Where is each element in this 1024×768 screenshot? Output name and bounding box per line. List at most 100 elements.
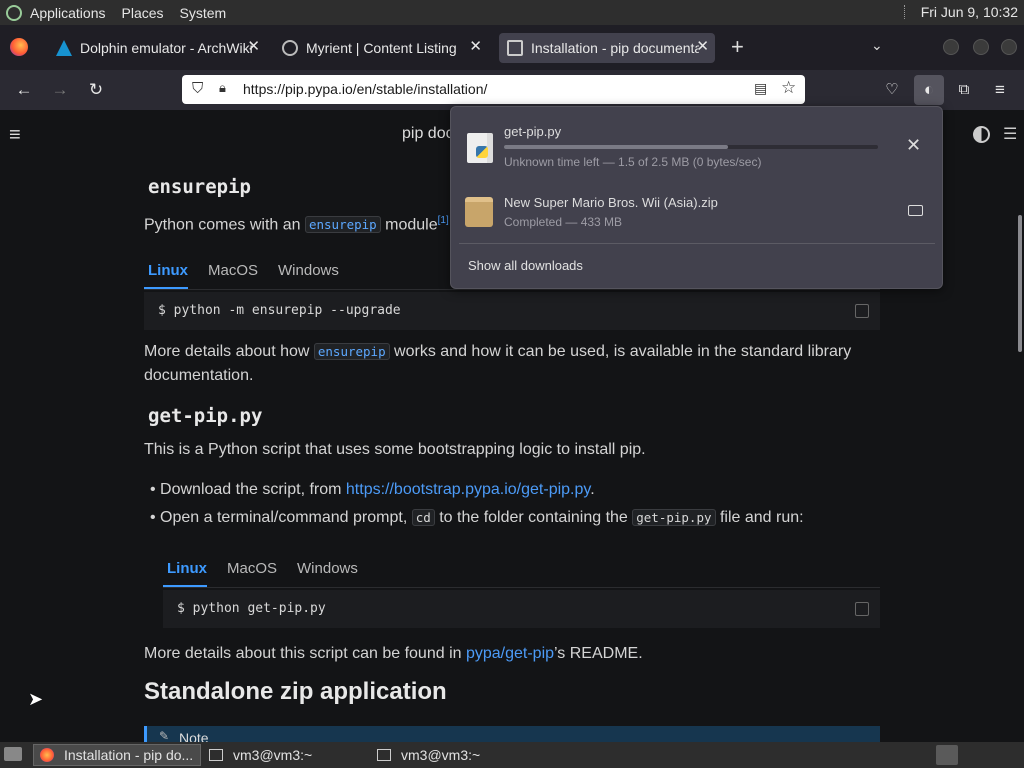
ensurepip-code-link[interactable]: ensurepip [304,216,381,234]
tab-macos[interactable]: MacOS [227,560,277,577]
getpip-readme: More details about this script can be fo… [144,642,643,666]
terminal-icon [377,749,391,761]
maximize-window-icon[interactable] [973,39,989,55]
url-text[interactable]: https://pip.pypa.io/en/stable/installati… [243,81,487,97]
tab-myrient[interactable]: Myrient | Content Listing ✕ [274,33,488,63]
download-item-zip[interactable]: New Super Mario Bros. Wii (Asia).zip Com… [459,187,935,237]
text: More details about how [144,343,314,360]
show-all-downloads-button[interactable]: Show all downloads [468,258,583,273]
ensurepip-code-link[interactable]: ensurepip [313,343,390,360]
zipapp-heading: Standalone zip application [144,678,447,705]
cd-code: cd [411,509,435,526]
tabs-divider [144,289,880,290]
note-admonition: ✎ Note [144,726,880,742]
top-panel: Applications Places System Fri Jun 9, 10… [0,0,1024,25]
myrient-icon [282,40,298,56]
download-item-getpip[interactable]: get-pip.py Unknown time left — 1.5 of 2.… [459,115,935,175]
getpip-heading: get-pip.py [148,405,263,427]
page-scrollbar[interactable] [1018,215,1022,352]
minimize-window-icon[interactable] [943,39,959,55]
text: to the folder containing the [434,509,633,526]
reader-view-icon[interactable]: ▤ [754,80,767,97]
tab-windows[interactable]: Windows [278,262,339,279]
url-bar[interactable]: ⛉ 🔒︎ https://pip.pypa.io/en/stable/insta… [182,75,805,104]
gnome-foot-icon[interactable] [6,4,22,21]
text: Open a terminal/command prompt, [160,509,412,526]
system-menu[interactable]: System [172,5,235,21]
documentation-link[interactable]: documentation. [144,367,253,384]
command-text: $ python get-pip.py [177,601,326,616]
copy-icon[interactable] [855,602,869,616]
tab-windows[interactable]: Windows [297,560,358,577]
download-filename: New Super Mario Bros. Wii (Asia).zip [504,195,718,210]
text: file and run: [715,509,804,526]
downloads-panel: get-pip.py Unknown time left — 1.5 of 2.… [450,106,943,289]
places-menu[interactable]: Places [114,5,172,21]
getpip-repo-link[interactable]: pypa/get-pip [466,645,554,662]
footnote-link[interactable]: [1] [438,215,449,226]
close-window-icon[interactable] [1001,39,1017,55]
pencil-icon: ✎ [159,729,170,742]
clock[interactable]: Fri Jun 9, 10:32 [921,4,1018,20]
close-tab-icon[interactable]: ✕ [696,37,709,55]
taskbar-item-label: vm3@vm3:~ [233,747,313,763]
lock-icon[interactable]: 🔒︎ [219,80,226,96]
firefox-tray-icon[interactable] [936,745,958,765]
copy-icon[interactable] [855,304,869,318]
ensurepip-details: More details about how ensurepip works a… [144,340,884,388]
table-of-contents-icon[interactable]: ☰ [1003,124,1017,144]
close-tab-icon[interactable]: ✕ [469,37,482,55]
text: ’s README. [554,645,643,662]
tracking-protection-shield-icon[interactable]: ⛉ [192,80,203,97]
download-status: Completed — 433 MB [504,215,623,229]
tab-archwiki[interactable]: Dolphin emulator - ArchWiki ✕ [48,33,262,63]
getpip-code: get-pip.py [632,509,716,526]
forward-arrow-icon[interactable]: → [47,77,73,103]
getpip-intro: This is a Python script that uses some b… [144,441,646,458]
download-status: Unknown time left — 1.5 of 2.5 MB (0 byt… [504,155,762,169]
open-folder-icon[interactable] [908,205,923,216]
getpip-code-block: $ python get-pip.py [163,590,880,628]
tab-macos[interactable]: MacOS [208,262,258,279]
reload-icon[interactable]: ↻ [83,77,109,103]
applications-menu[interactable]: Applications [22,5,114,21]
ensurepip-heading: ensurepip [148,176,251,198]
close-tab-icon[interactable]: ✕ [247,37,260,55]
document-icon [507,40,523,56]
tab-linux[interactable]: Linux [167,560,207,577]
tabs-divider [163,587,880,588]
pocket-icon[interactable]: ♡ [879,77,905,103]
sidebar-toggle-icon[interactable]: ≡ [9,124,21,147]
page-header-title[interactable]: pip doc [402,125,454,143]
python-file-icon [467,133,493,163]
text: Python comes with an [144,216,305,234]
taskbar-item-terminal-1[interactable]: vm3@vm3:~ [203,744,368,766]
progress-fill [504,145,729,149]
text: . [590,481,595,498]
firefox-menu-icon[interactable] [10,38,28,56]
bookmark-star-icon[interactable]: ☆ [781,78,796,98]
show-desktop-icon[interactable] [4,747,22,761]
ensurepip-code-block: $ python -m ensurepip --upgrade [144,292,880,330]
extensions-icon[interactable]: ⧉ [951,77,977,103]
getpip-download-link[interactable]: https://bootstrap.pypa.io/get-pip.py [346,481,590,498]
back-arrow-icon[interactable]: ← [11,77,37,103]
panel-separator-icon [904,5,906,19]
new-tab-icon[interactable]: + [731,34,744,60]
taskbar-item-firefox[interactable]: Installation - pip do... [33,744,201,766]
list-all-tabs-icon[interactable]: ⌄ [871,37,883,54]
theme-toggle-icon[interactable] [973,126,990,143]
hamburger-menu-icon[interactable]: ≡ [987,77,1013,103]
text: works and how it can be used, is availab… [389,343,852,360]
text: Download the script, from [160,481,346,498]
tab-title: Myrient | Content Listing [306,40,457,56]
tab-linux[interactable]: Linux [148,262,188,279]
ensurepip-intro: Python comes with an ensurepip module[1] [144,209,449,237]
command-text: $ python -m ensurepip --upgrade [158,303,401,318]
tab-pip-installation[interactable]: Installation - pip documenta ✕ [499,33,715,63]
downloads-icon[interactable]: ◐ [914,75,944,105]
getpip-bullet-run: • Open a terminal/command prompt, cd to … [150,509,804,526]
taskbar-item-terminal-2[interactable]: vm3@vm3:~ [371,744,536,766]
text: More details about this script can be fo… [144,645,466,662]
cancel-download-icon[interactable]: ✕ [906,135,921,156]
